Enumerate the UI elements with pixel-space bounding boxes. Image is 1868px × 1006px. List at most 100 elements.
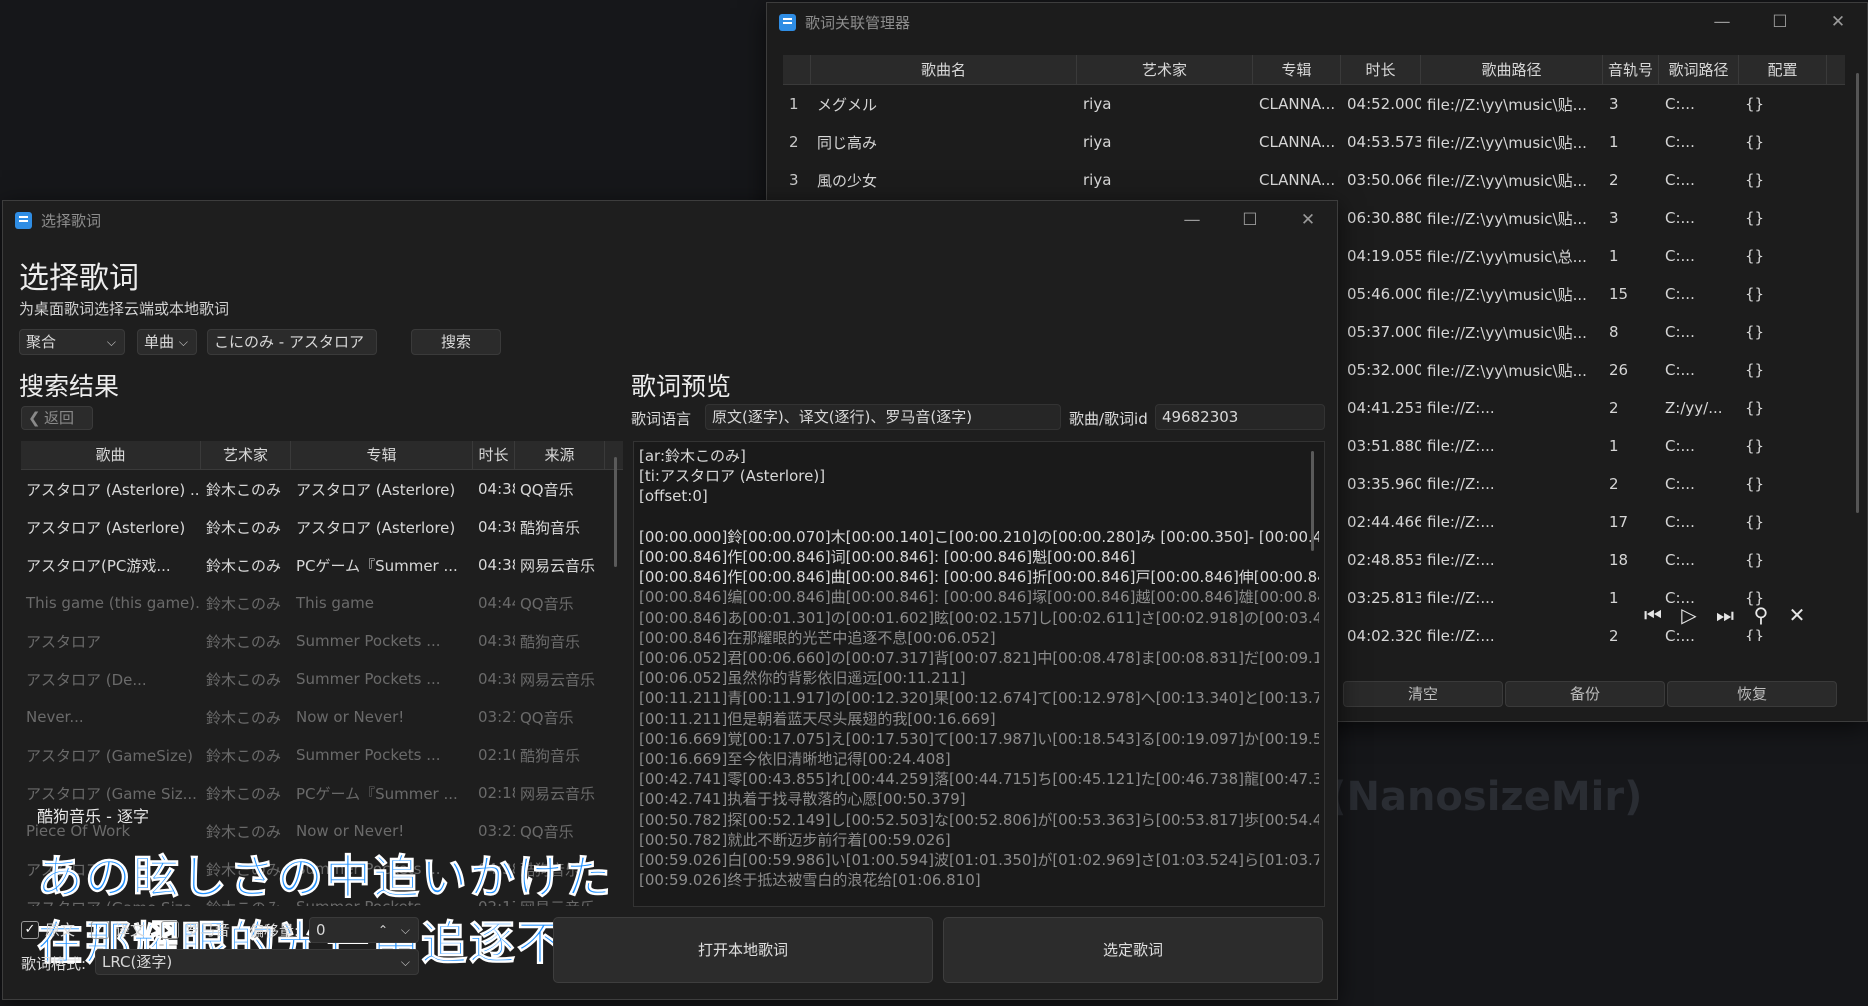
romaji-checkbox[interactable]: 罗马音 bbox=[161, 919, 230, 940]
table-cell: file://Z:... bbox=[1427, 437, 1495, 455]
result-row[interactable]: アスタロア (GameSize) 鈴木このみ Summer Pockets ... 0… bbox=[21, 736, 623, 774]
table-cell: 03:35.960 bbox=[1347, 475, 1421, 493]
maximize-icon[interactable]: ☐ bbox=[1751, 3, 1809, 41]
column-header[interactable]: 时长 bbox=[1341, 55, 1421, 84]
table-cell: file://Z:\yy\music\贴... bbox=[1427, 323, 1587, 342]
manager-titlebar[interactable]: 歌词关联管理器 — ☐ ✕ bbox=[767, 3, 1867, 41]
column-header[interactable]: 来源 bbox=[515, 441, 605, 469]
result-cell: Now or Never! bbox=[296, 708, 405, 726]
table-cell: 8 bbox=[1609, 323, 1619, 341]
column-header[interactable]: 歌曲 bbox=[21, 441, 201, 469]
result-row[interactable]: アスタロア (De... 鈴木このみ Summer Pockets ... 04:38… bbox=[21, 660, 623, 698]
column-header[interactable]: 歌曲路径 bbox=[1421, 55, 1603, 84]
chevron-down-icon[interactable]: ⌵ bbox=[401, 918, 410, 942]
column-header[interactable]: 时长 bbox=[473, 441, 515, 469]
table-row[interactable]: 1 メグメル riya CLANNA... 04:52.000 file://Z:\yy\… bbox=[783, 85, 1845, 123]
table-cell: C:... bbox=[1665, 513, 1695, 531]
table-cell: file://Z:... bbox=[1427, 627, 1495, 641]
romaji-label: 罗马音 bbox=[185, 921, 231, 939]
translation-checkbox[interactable]: ✓ 译文 bbox=[91, 919, 145, 940]
offset-stepper[interactable]: 0 ⌃ ⌵ bbox=[309, 917, 419, 943]
play-icon[interactable]: ▷ bbox=[1676, 602, 1702, 628]
result-cell: アスタロア (Asterlore) bbox=[296, 518, 456, 537]
backup-button[interactable]: 备份 bbox=[1505, 681, 1665, 707]
results-scrollbar[interactable] bbox=[614, 457, 617, 567]
result-cell: 酷狗音乐 bbox=[520, 746, 581, 765]
previous-icon[interactable]: ⏮ bbox=[1640, 602, 1666, 628]
table-cell: Z:/yy/... bbox=[1665, 399, 1723, 417]
close-icon[interactable]: ✕ bbox=[1809, 3, 1867, 41]
next-icon[interactable]: ⏭ bbox=[1712, 602, 1738, 628]
table-cell: 04:41.253 bbox=[1347, 399, 1421, 417]
minimize-icon[interactable]: — bbox=[1693, 3, 1751, 41]
result-row[interactable]: アスタロア(PC游戏... 鈴木このみ PCゲーム『Summer ... 04:38 网… bbox=[21, 546, 623, 584]
table-cell: file://Z:\yy\music\贴... bbox=[1427, 171, 1587, 190]
lyrics-scrollbar[interactable] bbox=[1311, 451, 1314, 551]
result-row[interactable]: This game (this game)... 鈴木このみ This game 04… bbox=[21, 584, 623, 622]
result-cell: 04:38 bbox=[478, 556, 515, 574]
table-cell: 17 bbox=[1609, 513, 1629, 531]
search-icon[interactable]: ⚲ bbox=[1748, 602, 1774, 628]
result-cell: QQ音乐 bbox=[520, 594, 574, 613]
result-cell: 04:38 bbox=[478, 670, 515, 688]
search-button[interactable]: 搜索 bbox=[411, 329, 501, 355]
id-field[interactable]: 49682303 bbox=[1155, 404, 1325, 430]
lang-select[interactable]: 原文(逐字)、译文(逐行)、罗马音(逐字) bbox=[705, 404, 1061, 430]
table-cell: C:... bbox=[1665, 285, 1695, 303]
source-select[interactable]: 聚合 ⌵ bbox=[19, 329, 125, 355]
translation-label: 译文 bbox=[115, 921, 146, 939]
table-cell: {} bbox=[1745, 209, 1765, 227]
open-local-lyrics-button[interactable]: 打开本地歌词 bbox=[553, 917, 933, 983]
table-cell: 1 bbox=[1609, 247, 1619, 265]
result-row[interactable]: Never... 鈴木このみ Now or Never! 03:21 QQ音乐 bbox=[21, 698, 623, 736]
result-row[interactable]: アスタロア 鈴木このみ Summer Pockets ... 04:38 酷狗音乐 bbox=[21, 622, 623, 660]
close-icon[interactable]: ✕ bbox=[1279, 201, 1337, 239]
result-cell: アスタロア (Game Siz... bbox=[26, 784, 197, 803]
search-input[interactable]: こにのみ - アスタロア bbox=[207, 329, 377, 355]
column-header[interactable] bbox=[783, 55, 811, 84]
table-cell: {} bbox=[1745, 513, 1765, 531]
table-cell: 06:30.880 bbox=[1347, 209, 1421, 227]
type-select[interactable]: 单曲 ⌵ bbox=[137, 329, 197, 355]
lyric-line: [00:16.669]覚[00:17.075]え[00:17.530]て[00:… bbox=[639, 729, 1319, 748]
lyric-line: [00:11.211]青[00:11.917]の[00:12.320]果[00:… bbox=[639, 689, 1319, 708]
column-header[interactable]: 艺术家 bbox=[201, 441, 291, 469]
column-header[interactable]: 艺术家 bbox=[1077, 55, 1253, 84]
restore-button[interactable]: 恢复 bbox=[1667, 681, 1837, 707]
table-cell: 風の少女 bbox=[817, 171, 878, 190]
chevron-up-icon[interactable]: ⌃ bbox=[378, 918, 388, 942]
close-lyric-icon[interactable]: ✕ bbox=[1784, 602, 1810, 628]
manager-scrollbar[interactable] bbox=[1856, 73, 1859, 513]
column-header[interactable]: 歌曲名 bbox=[811, 55, 1077, 84]
offset-value: 0 bbox=[316, 921, 326, 939]
result-row[interactable]: アスタロア (Asterlore) 鈴木このみ アスタロア (Asterlore) 0… bbox=[21, 508, 623, 546]
format-select[interactable]: LRC(逐字) ⌵ bbox=[95, 949, 419, 975]
table-cell: C:... bbox=[1665, 627, 1695, 641]
maximize-icon[interactable]: ☐ bbox=[1221, 201, 1279, 239]
clear-button[interactable]: 清空 bbox=[1343, 681, 1503, 707]
back-button[interactable]: ❮ 返回 bbox=[21, 406, 93, 430]
column-header[interactable]: 专辑 bbox=[291, 441, 473, 469]
table-cell: 03:50.066 bbox=[1347, 171, 1421, 189]
result-cell: This game bbox=[296, 594, 374, 612]
table-row[interactable]: 2 同じ高み riya CLANNA... 04:53.573 file://Z:\yy\… bbox=[783, 123, 1845, 161]
column-header[interactable]: 音轨号 bbox=[1603, 55, 1659, 84]
desktop-lyric-line1: あの眩しさの中追いかけた bbox=[37, 850, 613, 905]
chooser-titlebar[interactable]: 选择歌词 — ☐ ✕ bbox=[3, 201, 1337, 239]
format-label: 歌词格式: bbox=[21, 955, 87, 973]
page-subtitle: 为桌面歌词选择云端或本地歌词 bbox=[19, 300, 230, 318]
column-header[interactable]: 配置 bbox=[1739, 55, 1827, 84]
minimize-icon[interactable]: — bbox=[1163, 201, 1221, 239]
choose-lyrics-button[interactable]: 选定歌词 bbox=[943, 917, 1323, 983]
original-checkbox[interactable]: ✓ 原文 bbox=[21, 919, 75, 940]
lyrics-preview[interactable]: [ar:鈴木このみ] [ti:アスタロア (Asterlore)] [offset:… bbox=[633, 441, 1325, 907]
table-cell: C:... bbox=[1665, 361, 1695, 379]
column-header[interactable]: 专辑 bbox=[1253, 55, 1341, 84]
result-cell: Summer Pockets ... bbox=[296, 746, 441, 764]
column-header[interactable]: 歌词路径 bbox=[1659, 55, 1739, 84]
lyric-line: [offset:0] bbox=[639, 487, 708, 506]
results-table[interactable]: 歌曲 艺术家 专辑 时长 来源 アスタロア (Asterlore) ... 鈴木このみ アス… bbox=[21, 441, 623, 906]
result-row[interactable]: アスタロア (Asterlore) ... 鈴木このみ アスタロア (Asterlo… bbox=[21, 470, 623, 508]
table-cell: {} bbox=[1745, 361, 1765, 379]
table-row[interactable]: 3 風の少女 riya CLANNA... 03:50.066 file://Z:\yy\… bbox=[783, 161, 1845, 199]
